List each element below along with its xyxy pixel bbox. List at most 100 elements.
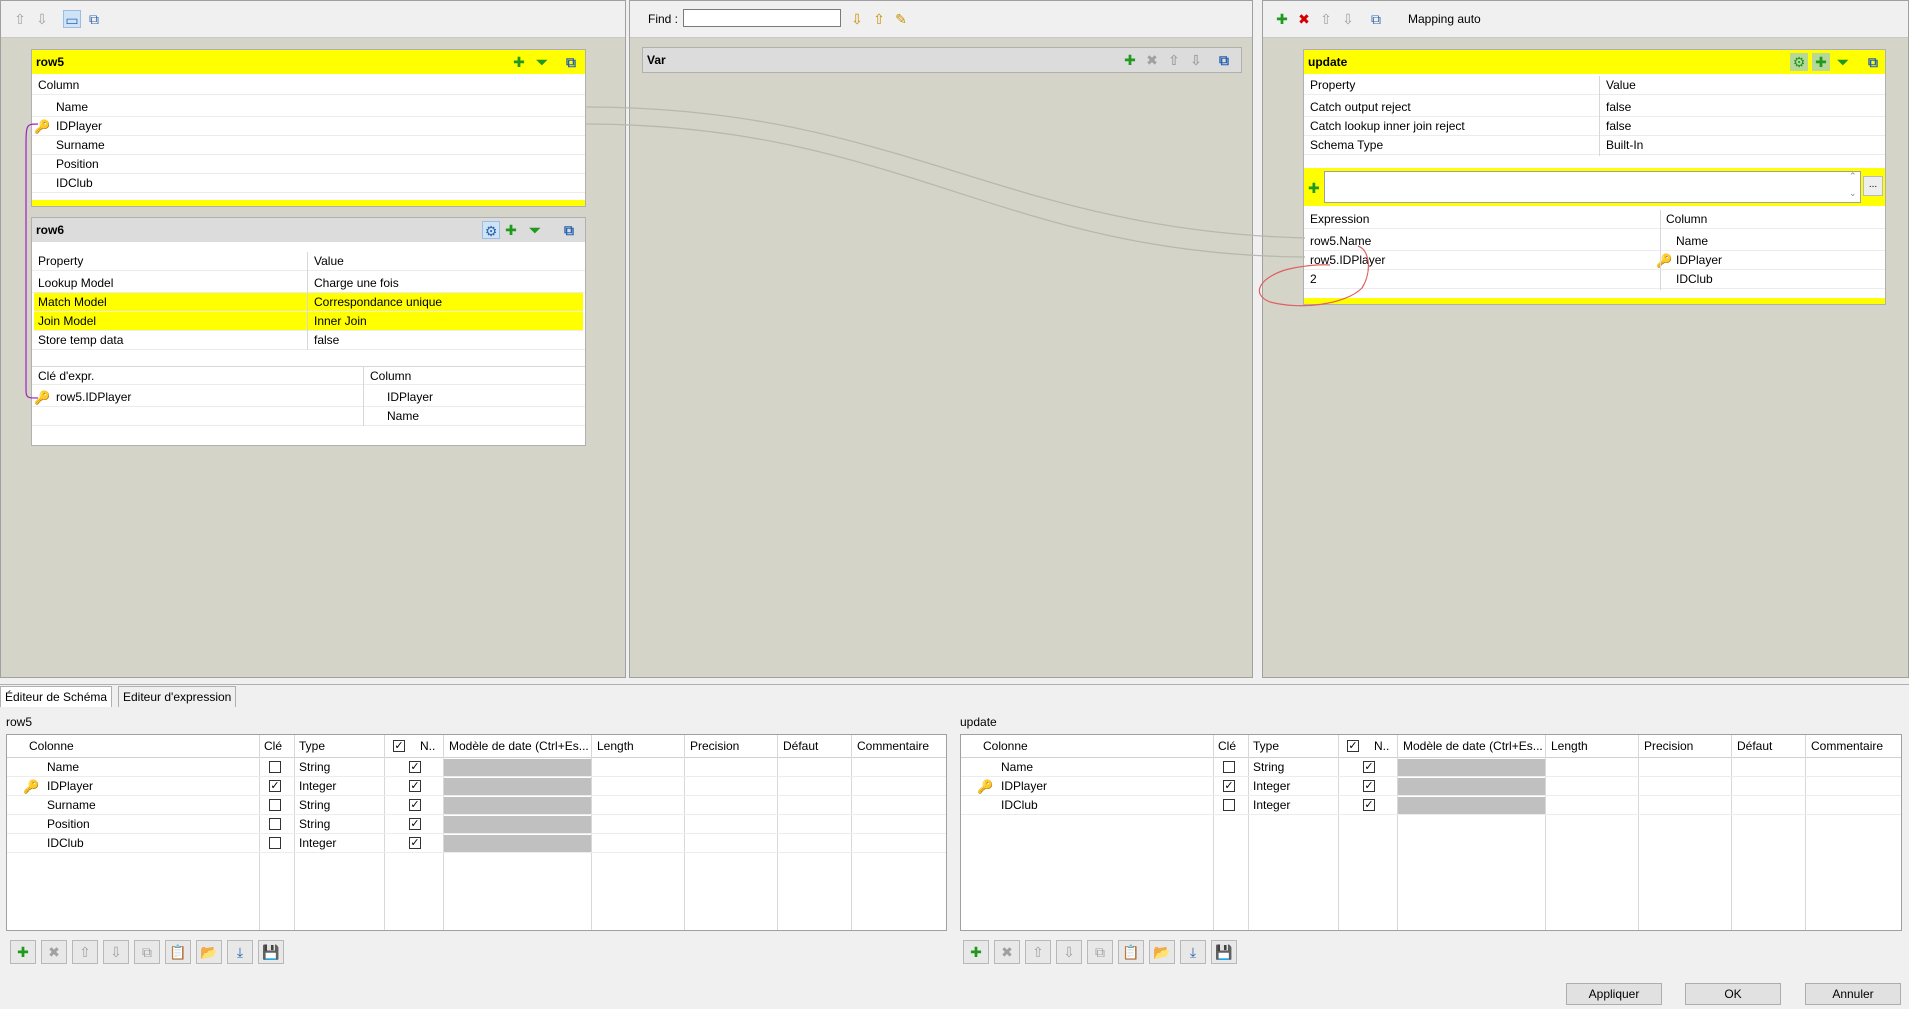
expression-row[interactable]: row5.Name Name — [1304, 232, 1885, 251]
add-icon[interactable]: ✚ — [1121, 51, 1139, 69]
add-icon[interactable]: ✚ — [1812, 53, 1830, 71]
property-row[interactable]: Match Model Correspondance unique — [34, 293, 583, 312]
nullable-checkbox[interactable]: ✓ — [409, 780, 421, 792]
scroll-down-icon[interactable]: ⌄ — [1849, 188, 1857, 199]
key-checkbox[interactable] — [269, 799, 281, 811]
copy-button[interactable]: ⧉ — [134, 940, 160, 964]
minimize-icon[interactable]: ⧉ — [85, 10, 103, 28]
nullable-checkbox[interactable]: ✓ — [409, 818, 421, 830]
schema-row[interactable]: Surname String ✓ — [7, 796, 946, 815]
save-button[interactable]: 💾 — [1211, 940, 1237, 964]
nullable-checkbox[interactable]: ✓ — [1363, 761, 1375, 773]
layout-icon[interactable]: ▭ — [63, 10, 81, 28]
minimize-icon[interactable]: ⧉ — [562, 53, 580, 71]
export-button[interactable]: ⤓ — [1180, 940, 1206, 964]
key-checkbox[interactable] — [269, 761, 281, 773]
browse-button[interactable]: ... — [1863, 176, 1883, 196]
tab-expression-editor[interactable]: Editeur d'expression — [118, 686, 237, 707]
key-checkbox[interactable] — [269, 837, 281, 849]
schema-row[interactable]: Position String ✓ — [7, 815, 946, 834]
schema-row[interactable]: IDClub Integer ✓ — [7, 834, 946, 853]
remove-row-button[interactable]: ✖ — [994, 940, 1020, 964]
minimize-icon[interactable]: ⧉ — [1367, 10, 1385, 28]
minimize-icon[interactable]: ⧉ — [560, 221, 578, 239]
nullable-checkbox[interactable]: ✓ — [409, 799, 421, 811]
key-checkbox[interactable] — [1223, 799, 1235, 811]
highlight-icon[interactable]: ✎ — [892, 10, 910, 28]
property-row[interactable]: Store temp data false — [32, 331, 585, 350]
export-button[interactable]: ⤓ — [227, 940, 253, 964]
schema-row[interactable]: IDClub Integer ✓ — [961, 796, 1901, 815]
add-row-button[interactable]: ✚ — [963, 940, 989, 964]
nullable-checkbox[interactable]: ✓ — [1363, 780, 1375, 792]
column-row[interactable]: IDClub — [32, 174, 585, 193]
move-up-button[interactable]: ⇧ — [72, 940, 98, 964]
mapping-auto-button[interactable]: Mapping auto — [1408, 12, 1481, 26]
nullable-checkbox[interactable]: ✓ — [409, 837, 421, 849]
prev-arrow-icon[interactable]: ⇧ — [870, 10, 888, 28]
filter-icon[interactable]: ⏷ — [526, 221, 544, 239]
column-row[interactable]: Position — [32, 155, 585, 174]
settings-icon[interactable]: ⚙ — [1790, 53, 1808, 71]
expression-row[interactable]: row5.IDPlayer 🔑 IDPlayer — [1304, 251, 1885, 270]
save-button[interactable]: 💾 — [258, 940, 284, 964]
schema-row[interactable]: Name String ✓ — [7, 758, 946, 777]
property-row[interactable]: Lookup Model Charge une fois — [32, 274, 585, 293]
remove-icon[interactable]: ✖ — [1143, 51, 1161, 69]
move-up-icon[interactable]: ⇧ — [1317, 10, 1335, 28]
nullable-all-checkbox[interactable]: ✓ — [1347, 740, 1359, 752]
add-icon[interactable]: ✚ — [510, 53, 528, 71]
cancel-button[interactable]: Annuler — [1805, 983, 1901, 1005]
paste-button[interactable]: 📋 — [165, 940, 191, 964]
tab-schema-editor[interactable]: Éditeur de Schéma — [0, 686, 113, 707]
schema-row[interactable]: Name String ✓ — [961, 758, 1901, 777]
filter-icon[interactable]: ⏷ — [533, 53, 551, 71]
nullable-checkbox[interactable]: ✓ — [1363, 799, 1375, 811]
move-up-icon[interactable]: ⇧ — [1165, 51, 1183, 69]
key-checkbox[interactable]: ✓ — [269, 780, 281, 792]
move-down-icon[interactable]: ⇩ — [33, 10, 51, 28]
key-checkbox[interactable] — [1223, 761, 1235, 773]
schema-row[interactable]: 🔑 IDPlayer ✓ Integer ✓ — [7, 777, 946, 796]
expression-filter-input[interactable] — [1324, 171, 1861, 203]
add-icon[interactable]: ✚ — [1273, 10, 1291, 28]
move-up-button[interactable]: ⇧ — [1025, 940, 1051, 964]
delete-icon[interactable]: ✖ — [1295, 10, 1313, 28]
key-checkbox[interactable]: ✓ — [1223, 780, 1235, 792]
add-icon[interactable]: ✚ — [502, 221, 520, 239]
key-row[interactable]: 🔑 row5.IDPlayer IDPlayer — [32, 388, 585, 407]
add-row-button[interactable]: ✚ — [10, 940, 36, 964]
nullable-all-checkbox[interactable]: ✓ — [393, 740, 405, 752]
move-up-icon[interactable]: ⇧ — [11, 10, 29, 28]
column-row[interactable]: 🔑 IDPlayer — [32, 117, 585, 136]
apply-button[interactable]: Appliquer — [1566, 983, 1662, 1005]
remove-row-button[interactable]: ✖ — [41, 940, 67, 964]
property-row[interactable]: Join Model Inner Join — [34, 312, 583, 331]
key-row[interactable]: Name — [32, 407, 585, 426]
move-down-button[interactable]: ⇩ — [1056, 940, 1082, 964]
add-filter-icon[interactable]: ✚ — [1308, 180, 1320, 197]
minimize-icon[interactable]: ⧉ — [1215, 51, 1233, 69]
filter-icon[interactable]: ⏷ — [1834, 53, 1852, 71]
minimize-icon[interactable]: ⧉ — [1864, 53, 1882, 71]
copy-button[interactable]: ⧉ — [1087, 940, 1113, 964]
import-button[interactable]: 📂 — [1149, 940, 1175, 964]
next-arrow-icon[interactable]: ⇩ — [848, 10, 866, 28]
scroll-up-icon[interactable]: ⌃ — [1849, 171, 1857, 182]
schema-row[interactable]: 🔑 IDPlayer ✓ Integer ✓ — [961, 777, 1901, 796]
import-button[interactable]: 📂 — [196, 940, 222, 964]
column-row[interactable]: Name — [32, 98, 585, 117]
find-input[interactable] — [683, 9, 841, 27]
paste-button[interactable]: 📋 — [1118, 940, 1144, 964]
move-down-icon[interactable]: ⇩ — [1187, 51, 1205, 69]
move-down-icon[interactable]: ⇩ — [1339, 10, 1357, 28]
ok-button[interactable]: OK — [1685, 983, 1781, 1005]
settings-icon[interactable]: ⚙ — [482, 221, 500, 239]
property-row[interactable]: Schema Type Built-In — [1304, 136, 1885, 155]
nullable-checkbox[interactable]: ✓ — [409, 761, 421, 773]
column-row[interactable]: Surname — [32, 136, 585, 155]
property-row[interactable]: Catch lookup inner join reject false — [1304, 117, 1885, 136]
expression-row[interactable]: 2 IDClub — [1304, 270, 1885, 289]
property-row[interactable]: Catch output reject false — [1304, 98, 1885, 117]
key-checkbox[interactable] — [269, 818, 281, 830]
